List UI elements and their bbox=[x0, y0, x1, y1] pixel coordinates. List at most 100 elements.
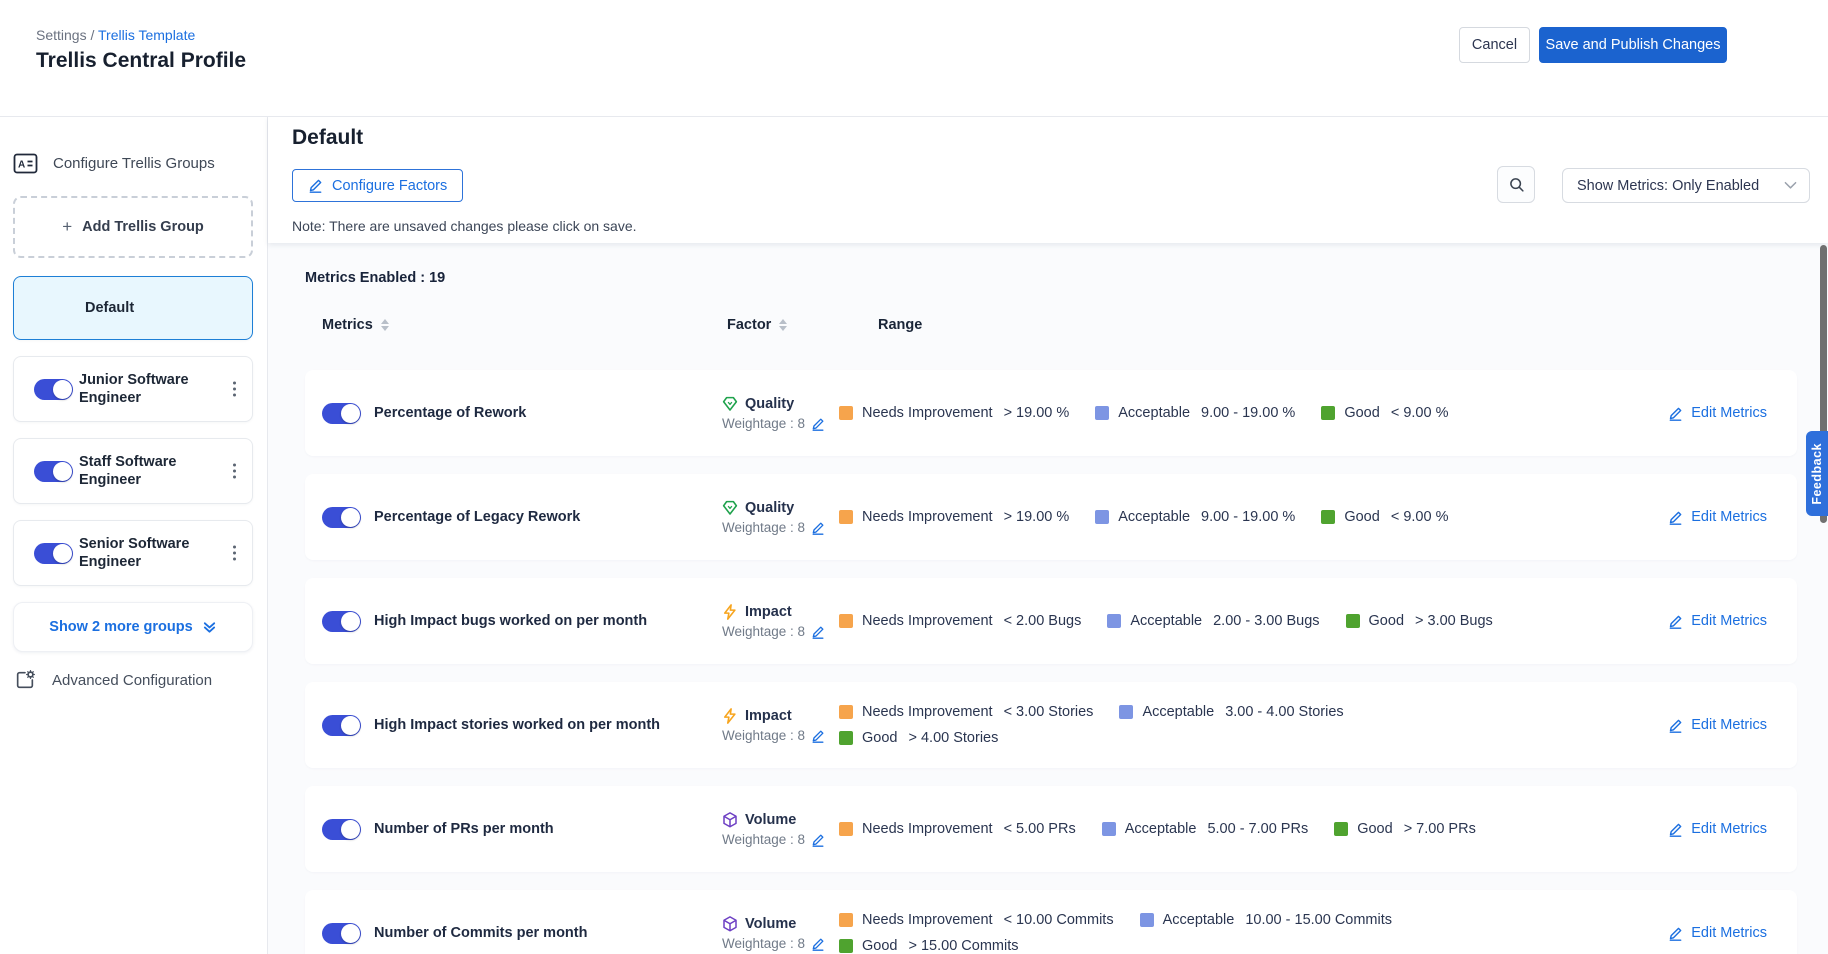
range-label: Good bbox=[1344, 509, 1379, 525]
sidebar-group-item[interactable]: Staff Software Engineer bbox=[13, 438, 253, 504]
kebab-menu-icon[interactable] bbox=[229, 378, 240, 401]
group-enabled-toggle[interactable] bbox=[34, 461, 73, 482]
metric-row: Number of PRs per month Volume Weightage… bbox=[305, 786, 1797, 872]
factor-cell: Impact Weightage : 8 bbox=[721, 603, 839, 639]
sort-icon[interactable] bbox=[779, 319, 787, 331]
range-label: Good bbox=[862, 938, 897, 954]
range-label: Acceptable bbox=[1130, 613, 1202, 629]
range-label: Needs Improvement bbox=[862, 509, 993, 525]
edit-weightage-pencil-icon[interactable] bbox=[811, 625, 825, 639]
range-label: Good bbox=[1344, 405, 1379, 421]
metric-enabled-toggle[interactable] bbox=[322, 403, 361, 424]
range-label: Needs Improvement bbox=[862, 821, 993, 837]
range-color-swatch bbox=[1346, 614, 1360, 628]
configure-factors-button[interactable]: Configure Factors bbox=[292, 169, 463, 202]
range-color-swatch bbox=[839, 705, 853, 719]
metric-enabled-toggle[interactable] bbox=[322, 715, 361, 736]
impact-factor-icon bbox=[721, 603, 739, 621]
advanced-configuration-button[interactable]: Advanced Configuration bbox=[13, 669, 253, 691]
metric-name: Percentage of Rework bbox=[374, 405, 721, 421]
feedback-tab[interactable]: Feedback bbox=[1806, 431, 1828, 516]
main-header: Default Configure Factors Note: There ar… bbox=[268, 117, 1828, 243]
range-color-swatch bbox=[839, 406, 853, 420]
sidebar-group-list: Junior Software Engineer Staff Software … bbox=[13, 356, 253, 586]
breadcrumb-trellis-template[interactable]: Trellis Template bbox=[98, 27, 195, 43]
kebab-menu-icon[interactable] bbox=[229, 542, 240, 565]
metric-enabled-toggle[interactable] bbox=[322, 923, 361, 944]
kebab-menu-icon[interactable] bbox=[229, 460, 240, 483]
weightage-label: Weightage : 8 bbox=[722, 416, 805, 431]
edit-metrics-button[interactable]: Edit Metrics bbox=[1668, 509, 1767, 525]
edit-metrics-button[interactable]: Edit Metrics bbox=[1668, 821, 1767, 837]
chevron-down-icon bbox=[1784, 181, 1797, 190]
weightage-label: Weightage : 8 bbox=[722, 936, 805, 951]
range-list: Needs Improvement > 19.00 % Acceptable 9… bbox=[839, 509, 1499, 525]
metrics-table-area: Metrics Enabled : 19 Metrics Factor Rang… bbox=[268, 243, 1828, 954]
factor-cell: Volume Weightage : 8 bbox=[721, 811, 839, 847]
save-and-publish-button[interactable]: Save and Publish Changes bbox=[1539, 27, 1727, 63]
edit-weightage-pencil-icon[interactable] bbox=[811, 937, 825, 951]
range-value: 9.00 - 19.00 % bbox=[1201, 509, 1295, 525]
edit-metrics-button[interactable]: Edit Metrics bbox=[1668, 405, 1767, 421]
range-color-swatch bbox=[839, 939, 853, 953]
edit-weightage-pencil-icon[interactable] bbox=[811, 833, 825, 847]
pencil-icon bbox=[1668, 926, 1683, 941]
range-value: 9.00 - 19.00 % bbox=[1201, 405, 1295, 421]
metrics-enabled-count: Metrics Enabled : 19 bbox=[305, 270, 445, 286]
range-segment: Good > 7.00 PRs bbox=[1334, 821, 1476, 837]
column-header-factor[interactable]: Factor bbox=[727, 317, 787, 333]
range-value: > 3.00 Bugs bbox=[1415, 613, 1493, 629]
range-list: Needs Improvement < 2.00 Bugs Acceptable… bbox=[839, 613, 1499, 629]
show-metrics-dropdown[interactable]: Show Metrics: Only Enabled bbox=[1562, 168, 1810, 203]
range-value: > 15.00 Commits bbox=[908, 938, 1018, 954]
add-trellis-group-button[interactable]: + Add Trellis Group bbox=[13, 196, 253, 258]
metric-enabled-toggle[interactable] bbox=[322, 611, 361, 632]
range-segment: Good < 9.00 % bbox=[1321, 405, 1448, 421]
sidebar-group-item[interactable]: Senior Software Engineer bbox=[13, 520, 253, 586]
breadcrumb-settings[interactable]: Settings bbox=[36, 27, 87, 43]
range-value: 5.00 - 7.00 PRs bbox=[1207, 821, 1308, 837]
range-segment: Acceptable 10.00 - 15.00 Commits bbox=[1140, 912, 1392, 928]
edit-metrics-label: Edit Metrics bbox=[1691, 405, 1767, 421]
sidebar-item-default[interactable]: Default bbox=[13, 276, 253, 340]
range-color-swatch bbox=[1321, 406, 1335, 420]
sidebar: A Configure Trellis Groups + Add Trellis… bbox=[0, 117, 268, 954]
factor-name: Quality bbox=[745, 500, 794, 516]
metric-name: Percentage of Legacy Rework bbox=[374, 509, 721, 525]
edit-weightage-pencil-icon[interactable] bbox=[811, 729, 825, 743]
pencil-icon bbox=[1668, 822, 1683, 837]
group-enabled-toggle[interactable] bbox=[34, 379, 73, 400]
weightage-label: Weightage : 8 bbox=[722, 624, 805, 639]
range-label: Acceptable bbox=[1118, 405, 1190, 421]
breadcrumb: Settings / Trellis Template bbox=[36, 27, 195, 43]
metric-name: Number of PRs per month bbox=[374, 821, 721, 837]
range-segment: Good > 3.00 Bugs bbox=[1346, 613, 1493, 629]
edit-metrics-button[interactable]: Edit Metrics bbox=[1668, 613, 1767, 629]
cancel-button[interactable]: Cancel bbox=[1459, 27, 1530, 63]
range-value: < 2.00 Bugs bbox=[1004, 613, 1082, 629]
advanced-configuration-label: Advanced Configuration bbox=[52, 672, 212, 689]
group-enabled-toggle[interactable] bbox=[34, 543, 73, 564]
range-segment: Needs Improvement < 5.00 PRs bbox=[839, 821, 1076, 837]
show-more-groups-button[interactable]: Show 2 more groups bbox=[13, 602, 253, 652]
range-label: Needs Improvement bbox=[862, 613, 993, 629]
edit-weightage-pencil-icon[interactable] bbox=[811, 417, 825, 431]
column-header-metrics[interactable]: Metrics bbox=[322, 317, 389, 333]
metric-enabled-toggle[interactable] bbox=[322, 819, 361, 840]
edit-weightage-pencil-icon[interactable] bbox=[811, 521, 825, 535]
edit-metrics-button[interactable]: Edit Metrics bbox=[1668, 717, 1767, 733]
range-value: < 9.00 % bbox=[1391, 509, 1449, 525]
metric-row: High Impact bugs worked on per month Imp… bbox=[305, 578, 1797, 664]
range-list: Needs Improvement > 19.00 % Acceptable 9… bbox=[839, 405, 1499, 421]
range-list: Needs Improvement < 3.00 Stories Accepta… bbox=[839, 704, 1499, 746]
metric-enabled-toggle[interactable] bbox=[322, 507, 361, 528]
plus-icon: + bbox=[62, 217, 72, 237]
sort-icon[interactable] bbox=[381, 319, 389, 331]
edit-metrics-button[interactable]: Edit Metrics bbox=[1668, 925, 1767, 941]
breadcrumb-separator: / bbox=[87, 27, 98, 43]
range-segment: Needs Improvement < 3.00 Stories bbox=[839, 704, 1093, 720]
metric-row: Percentage of Rework Quality Weightage :… bbox=[305, 370, 1797, 456]
sidebar-group-item[interactable]: Junior Software Engineer bbox=[13, 356, 253, 422]
range-color-swatch bbox=[1102, 822, 1116, 836]
search-button[interactable] bbox=[1497, 166, 1535, 203]
